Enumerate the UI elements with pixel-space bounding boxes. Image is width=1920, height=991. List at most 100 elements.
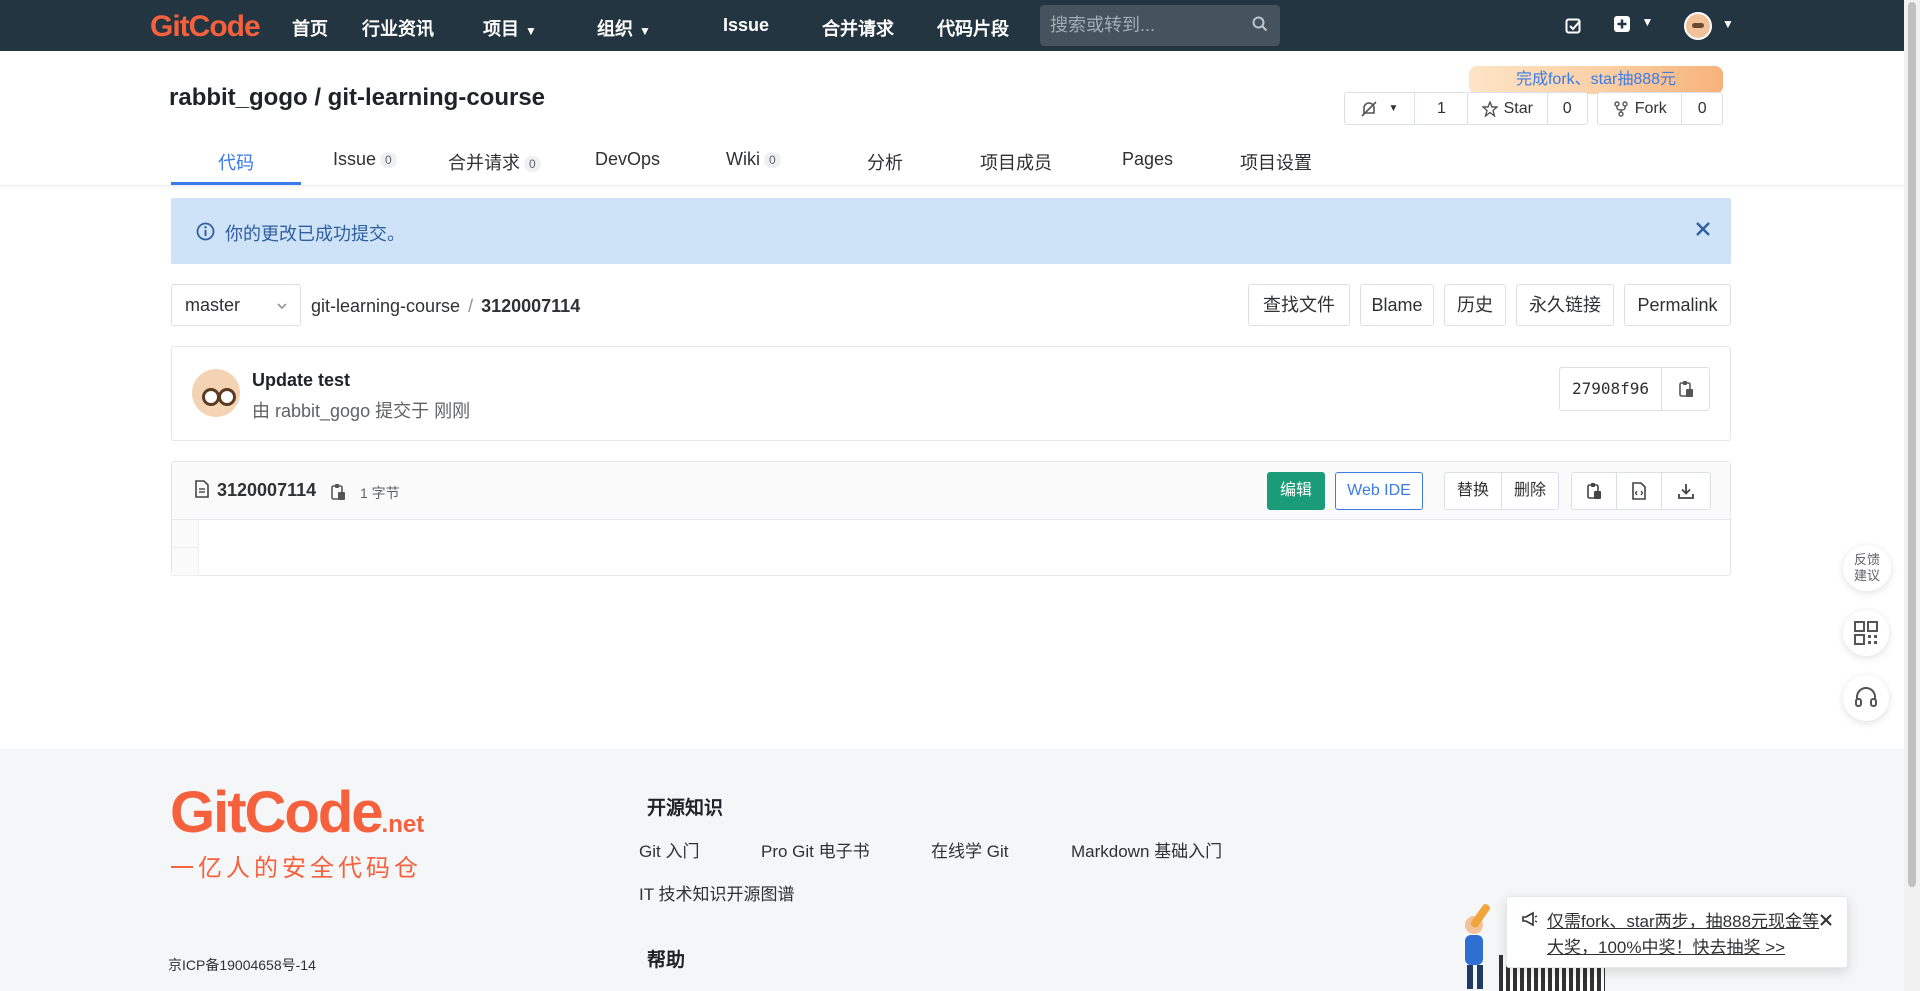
- star-count[interactable]: 0: [1546, 93, 1588, 124]
- delete-button[interactable]: 删除: [1501, 472, 1559, 510]
- page-scrollbar[interactable]: [1904, 0, 1920, 991]
- commit-title[interactable]: Update test: [252, 370, 350, 391]
- raw-file-button[interactable]: [1616, 472, 1662, 510]
- tab-analytics-label: 分析: [867, 153, 903, 173]
- tab-pages[interactable]: Pages: [1122, 149, 1173, 170]
- todo-icon[interactable]: [1565, 17, 1583, 35]
- edit-button[interactable]: 编辑: [1267, 472, 1325, 510]
- project-tabs: 代码 Issue 0 合并请求 0 DevOps Wiki 0 分析 项目成员 Pag…: [0, 135, 1904, 186]
- icp-license-link[interactable]: 京ICP备19004658号-14: [168, 955, 316, 975]
- tab-wiki[interactable]: Wiki 0: [726, 149, 781, 170]
- user-avatar[interactable]: [1684, 12, 1712, 40]
- tab-merge-requests[interactable]: 合并请求 0: [448, 149, 541, 175]
- footer-link-markdown[interactable]: Markdown 基础入门: [1071, 837, 1222, 862]
- footer-section-open-source: 开源知识: [647, 798, 724, 819]
- replace-button[interactable]: 替换: [1444, 472, 1502, 510]
- notification-toggle[interactable]: ▼: [1345, 93, 1414, 124]
- copy-path-icon[interactable]: [330, 483, 346, 501]
- tab-devops[interactable]: DevOps: [595, 149, 660, 170]
- create-new-menu[interactable]: ▼: [1613, 15, 1653, 38]
- line-number[interactable]: [172, 520, 198, 548]
- permanent-link-button[interactable]: 永久链接: [1516, 284, 1614, 326]
- bell-off-icon: [1361, 100, 1378, 117]
- close-icon[interactable]: [1819, 913, 1833, 927]
- chevron-down-icon: [277, 303, 287, 310]
- footer-link-learn-git[interactable]: 在线学 Git: [931, 837, 1008, 862]
- footer-link-pro-git[interactable]: Pro Git 电子书: [761, 837, 870, 862]
- tab-issue[interactable]: Issue 0: [333, 149, 397, 170]
- breadcrumb-current-file[interactable]: 3120007114: [481, 296, 580, 316]
- search-icon[interactable]: [1252, 16, 1268, 32]
- tab-members[interactable]: 项目成员: [980, 149, 1052, 175]
- commit-sha[interactable]: 27908f96: [1560, 368, 1661, 410]
- fork-button-group: Fork 0: [1597, 92, 1723, 125]
- permalink-button[interactable]: Permalink: [1624, 284, 1731, 326]
- search-box: [1040, 5, 1280, 46]
- file-name: 3120007114: [217, 480, 317, 500]
- commit-sha-group: 27908f96: [1558, 367, 1710, 411]
- nav-industry-news-label: 行业资讯: [362, 19, 434, 39]
- web-ide-button[interactable]: Web IDE: [1335, 472, 1423, 510]
- star-button-group: Star 0: [1467, 92, 1588, 125]
- nav-snippets[interactable]: 代码片段: [937, 15, 1009, 41]
- find-file-button[interactable]: 查找文件: [1248, 284, 1350, 326]
- customer-service-button[interactable]: [1843, 675, 1889, 721]
- nav-snippets-label: 代码片段: [937, 19, 1009, 39]
- qr-code-button[interactable]: [1843, 610, 1889, 656]
- footer-logo[interactable]: GitCode.net: [170, 779, 424, 846]
- copy-source-button[interactable]: [1571, 472, 1617, 510]
- close-icon[interactable]: [1695, 221, 1711, 237]
- gitcode-logo[interactable]: GitCode: [150, 10, 261, 44]
- download-button[interactable]: [1661, 472, 1711, 510]
- copy-sha-button[interactable]: [1661, 368, 1709, 410]
- commit-author-avatar[interactable]: [192, 369, 240, 417]
- breadcrumb-repo-link[interactable]: git-learning-course: [311, 296, 460, 316]
- nav-home-label: 首页: [292, 19, 328, 39]
- blame-button[interactable]: Blame: [1360, 284, 1434, 326]
- feedback-button[interactable]: 反馈建议: [1843, 545, 1891, 591]
- promo-toast-link[interactable]: 仅需fork、star两步，抽888元现金等大奖，100%中奖！快去抽奖 >>: [1547, 909, 1827, 961]
- tab-members-label: 项目成员: [980, 153, 1052, 173]
- nav-groups-label: 组织: [597, 19, 633, 39]
- fork-star-promo-banner[interactable]: 完成fork、star抽888元: [1469, 66, 1723, 94]
- footer-link-git-intro[interactable]: Git 入门: [639, 837, 699, 862]
- chevron-down-icon[interactable]: ▼: [1722, 17, 1734, 31]
- nav-home[interactable]: 首页: [292, 15, 328, 41]
- tab-settings[interactable]: 项目设置: [1240, 149, 1312, 175]
- alert-message: 你的更改已成功提交。: [225, 224, 405, 244]
- nav-groups[interactable]: 组织 ▼: [597, 15, 651, 41]
- fork-count[interactable]: 0: [1681, 93, 1722, 124]
- search-input[interactable]: [1040, 5, 1240, 46]
- nav-merge-requests[interactable]: 合并请求: [822, 15, 894, 41]
- chevron-down-icon: ▼: [1388, 103, 1399, 114]
- footer-logo-suffix: .net: [381, 811, 425, 838]
- nav-issue[interactable]: Issue: [723, 15, 769, 36]
- fork-icon: [1614, 100, 1628, 117]
- file-header: 3120007114 1 字节 编辑 Web IDE 替换 删除: [172, 462, 1730, 520]
- tab-devops-label: DevOps: [595, 149, 661, 169]
- active-tab-indicator: [171, 182, 301, 185]
- nav-projects[interactable]: 项目 ▼: [483, 15, 537, 41]
- nav-industry-news[interactable]: 行业资讯: [362, 15, 434, 41]
- wiki-count-badge: 0: [764, 152, 781, 169]
- tab-analytics[interactable]: 分析: [867, 149, 903, 175]
- scrollbar-thumb[interactable]: [1908, 2, 1916, 887]
- clipboard-icon: [1587, 483, 1601, 499]
- footer-section-help: 帮助: [647, 950, 686, 971]
- star-button[interactable]: Star: [1468, 93, 1547, 124]
- issue-count-badge: 0: [380, 152, 397, 169]
- line-number[interactable]: [172, 548, 198, 576]
- line-number-gutter: [172, 520, 199, 576]
- fork-button[interactable]: Fork: [1598, 93, 1681, 124]
- tab-code[interactable]: 代码: [218, 149, 254, 175]
- watch-count[interactable]: 1: [1413, 93, 1468, 124]
- clipboard-icon: [1678, 381, 1693, 397]
- history-button[interactable]: 历史: [1444, 284, 1506, 326]
- branch-select[interactable]: master: [171, 284, 301, 326]
- project-title[interactable]: rabbit_gogo / git-learning-course: [169, 84, 545, 112]
- tab-pages-label: Pages: [1122, 149, 1174, 169]
- footer-link-knowledge-graph[interactable]: IT 技术知识开源图谱: [639, 880, 795, 905]
- breadcrumb: git-learning-course / 3120007114: [311, 296, 580, 317]
- headset-icon: [1855, 687, 1877, 707]
- commit-meta: 由 rabbit_gogo 提交于 刚刚: [252, 401, 471, 421]
